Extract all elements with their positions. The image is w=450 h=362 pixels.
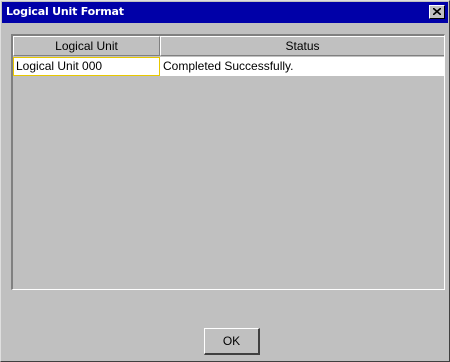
cell-status[interactable]: Completed Successfully.: [160, 57, 444, 76]
window-title: Logical Unit Format: [6, 5, 124, 18]
title-bar: Logical Unit Format: [2, 2, 448, 23]
close-icon: [433, 8, 441, 15]
logical-unit-format-dialog: Logical Unit Format Logical Unit Status …: [0, 0, 450, 362]
column-header-status[interactable]: Status: [160, 36, 444, 56]
logical-unit-table: Logical Unit Status Logical Unit 000 Com…: [11, 34, 445, 290]
table-header: Logical Unit Status: [13, 36, 444, 56]
close-button[interactable]: [429, 5, 445, 19]
cell-logical-unit[interactable]: Logical Unit 000: [13, 57, 160, 76]
column-header-logical-unit[interactable]: Logical Unit: [13, 36, 160, 56]
ok-button[interactable]: OK: [204, 328, 260, 355]
table-row[interactable]: Logical Unit 000 Completed Successfully.: [13, 57, 444, 76]
